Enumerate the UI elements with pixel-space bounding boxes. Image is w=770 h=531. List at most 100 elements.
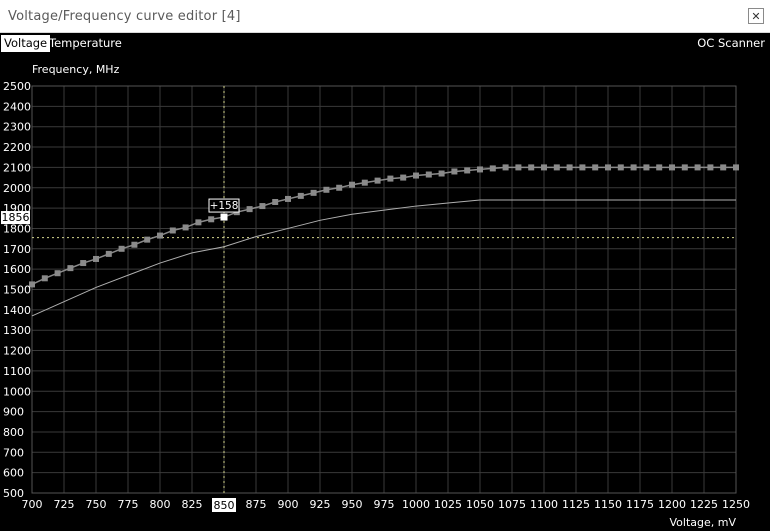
x-tick-label: 900 <box>278 498 299 511</box>
curve-point[interactable] <box>400 174 407 181</box>
curve-point[interactable] <box>605 164 611 171</box>
curve-point[interactable] <box>733 164 739 171</box>
y-tick-label: 600 <box>3 467 24 480</box>
x-tick-label: 725 <box>54 498 75 511</box>
y-tick-label: 1200 <box>3 345 31 358</box>
curve-point[interactable] <box>157 232 163 239</box>
curve-point[interactable] <box>477 166 483 173</box>
curve-point[interactable] <box>80 260 87 267</box>
y-tick-label: 1400 <box>3 304 31 317</box>
y-tick-label: 2500 <box>3 80 31 93</box>
curve-point[interactable] <box>105 250 112 257</box>
curve-point[interactable] <box>438 170 445 177</box>
curve-point[interactable] <box>361 179 368 186</box>
x-tick-label: 925 <box>310 498 331 511</box>
curve-point[interactable] <box>425 171 432 178</box>
curve-point[interactable] <box>387 175 394 182</box>
curve-point[interactable] <box>630 164 637 171</box>
x-tick-label: 1075 <box>498 498 526 511</box>
y-tick-label: 2100 <box>3 161 31 174</box>
x-tick-label: 875 <box>246 498 267 511</box>
curve-point[interactable] <box>182 224 189 231</box>
y-tick-label: 700 <box>3 446 24 459</box>
curve-point[interactable] <box>323 186 330 193</box>
freq-readout: 1856 <box>2 211 30 224</box>
curve-point[interactable] <box>451 168 458 175</box>
curve-point[interactable] <box>681 164 688 171</box>
x-tick-label: 1125 <box>562 498 590 511</box>
selected-curve-point[interactable] <box>220 213 228 221</box>
y-tick-label: 1600 <box>3 263 31 276</box>
curve-point[interactable] <box>694 164 701 171</box>
curve-point[interactable] <box>464 167 471 174</box>
curve-point[interactable] <box>515 164 522 171</box>
curve-point[interactable] <box>41 275 48 282</box>
y-tick-label: 1800 <box>3 222 31 235</box>
y-tick-label: 2200 <box>3 141 31 154</box>
x-tick-label: 1100 <box>530 498 558 511</box>
y-tick-label: 800 <box>3 426 24 439</box>
x-tick-label: 1025 <box>434 498 462 511</box>
curve-point[interactable] <box>169 227 176 234</box>
y-tick-label: 1000 <box>3 385 31 398</box>
grid <box>31 85 737 494</box>
curve-point[interactable] <box>489 165 496 172</box>
x-tick-label: 700 <box>22 498 43 511</box>
y-tick-label: 1500 <box>3 284 31 297</box>
curve-point[interactable] <box>502 164 509 171</box>
x-tick-label: 1250 <box>722 498 750 511</box>
volt-readout: 850 <box>214 499 235 512</box>
curve-point[interactable] <box>67 265 74 272</box>
x-tick-label: 1175 <box>626 498 654 511</box>
y-axis-label: Frequency, MHz <box>32 63 120 76</box>
curve-point[interactable] <box>272 198 279 205</box>
curve-point[interactable] <box>131 241 138 248</box>
curve-point[interactable] <box>617 164 624 171</box>
x-tick-label: 775 <box>118 498 139 511</box>
curve-point[interactable] <box>374 177 381 184</box>
offset-label: +158 <box>210 200 239 212</box>
curve-point[interactable] <box>541 164 547 171</box>
x-axis-label: Voltage, mV <box>670 516 737 529</box>
curve-point[interactable] <box>707 164 714 171</box>
y-tick-label: 2400 <box>3 100 31 113</box>
curve-point[interactable] <box>553 164 560 171</box>
x-tick-label: 1050 <box>466 498 494 511</box>
curve-point[interactable] <box>195 219 202 226</box>
curve-point[interactable] <box>259 203 266 210</box>
curve-point[interactable] <box>336 184 343 191</box>
curve-point[interactable] <box>413 172 419 179</box>
curve-point[interactable] <box>93 255 99 262</box>
x-tick-label: 825 <box>182 498 203 511</box>
curve-point[interactable] <box>118 245 125 252</box>
curve-point[interactable] <box>579 164 586 171</box>
x-tick-label: 975 <box>374 498 395 511</box>
curve-point[interactable] <box>144 236 151 243</box>
curve-point[interactable] <box>246 206 253 213</box>
curve-point[interactable] <box>643 164 650 171</box>
y-tick-label: 1700 <box>3 243 31 256</box>
curve-point[interactable] <box>669 164 675 171</box>
x-tick-label: 1150 <box>594 498 622 511</box>
x-tick-label: 750 <box>86 498 107 511</box>
x-tick-label: 800 <box>150 498 171 511</box>
curve-point[interactable] <box>592 164 599 171</box>
x-tick-labels: 700 725 750 775 800 825 850 875 900 925 950 975 1000… <box>22 498 751 511</box>
x-tick-label: 1200 <box>658 498 686 511</box>
y-tick-label: 1100 <box>3 365 31 378</box>
curve-point[interactable] <box>349 181 355 188</box>
curve-point[interactable] <box>285 195 291 202</box>
curve-point[interactable] <box>54 270 61 277</box>
x-tick-label: 1225 <box>690 498 718 511</box>
curve-point[interactable] <box>528 164 535 171</box>
curve-point[interactable] <box>566 164 573 171</box>
curve-point[interactable] <box>656 164 663 171</box>
curve-point[interactable] <box>720 164 727 171</box>
curve-point[interactable] <box>310 189 317 196</box>
x-tick-label: 1000 <box>402 498 430 511</box>
curve-point[interactable] <box>208 216 215 223</box>
curve-point[interactable] <box>297 192 304 199</box>
y-tick-label: 2300 <box>3 121 31 134</box>
vf-curve-chart[interactable]: 5006007008009001000110012001300140015001… <box>0 0 770 531</box>
x-tick-label: 950 <box>342 498 363 511</box>
